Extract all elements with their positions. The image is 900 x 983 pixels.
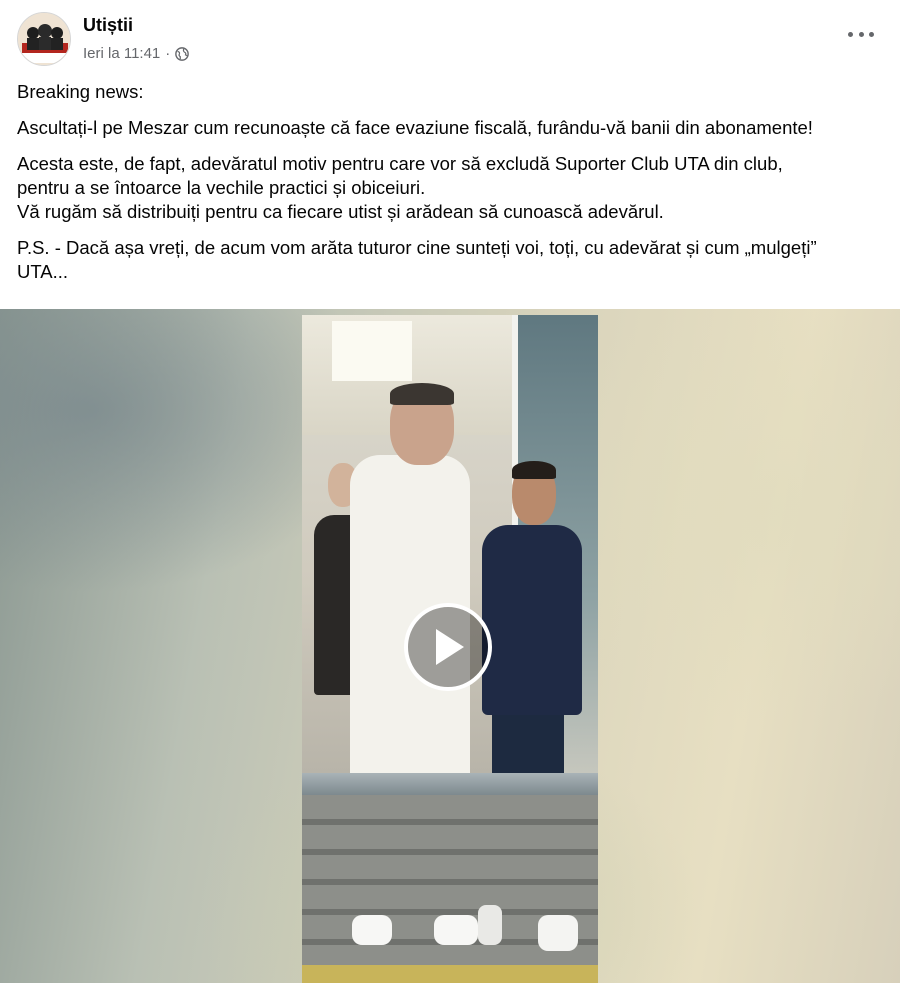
post-text: Breaking news: Ascultați-l pe Meszar cum… xyxy=(17,80,887,296)
shoe xyxy=(478,905,502,945)
shoe xyxy=(352,915,392,945)
shoe xyxy=(434,915,478,945)
globe-icon xyxy=(175,46,190,61)
more-options-icon[interactable] xyxy=(848,24,874,44)
man-in-suit xyxy=(482,525,582,715)
page-name[interactable]: Utiștii xyxy=(83,15,133,36)
post-paragraph: Breaking news: xyxy=(17,81,144,102)
meta-separator: · xyxy=(165,45,171,62)
post-paragraph: Ascultați-l pe Meszar cum recunoaște că … xyxy=(17,117,813,138)
avatar-image xyxy=(18,13,70,65)
post-paragraph: P.S. - Dacă așa vreți, de acum vom arăta… xyxy=(17,237,817,282)
play-icon[interactable] xyxy=(404,603,492,691)
play-triangle xyxy=(436,629,464,665)
shoe xyxy=(538,915,578,951)
handrail xyxy=(302,773,598,795)
man-in-suit-hair xyxy=(512,461,556,479)
man-in-white-hair xyxy=(390,383,454,405)
page-avatar[interactable] xyxy=(17,12,71,66)
post-header: Utiștii Ieri la 11:41 · xyxy=(0,0,900,76)
ceiling-light xyxy=(332,321,412,381)
post-timestamp[interactable]: Ieri la 11:41 xyxy=(83,45,160,62)
post-meta: Ieri la 11:41 · xyxy=(83,45,190,62)
stadium-steps xyxy=(302,795,598,983)
step-edge xyxy=(302,965,598,983)
post-paragraph: Acesta este, de fapt, adevăratul motiv p… xyxy=(17,153,783,222)
